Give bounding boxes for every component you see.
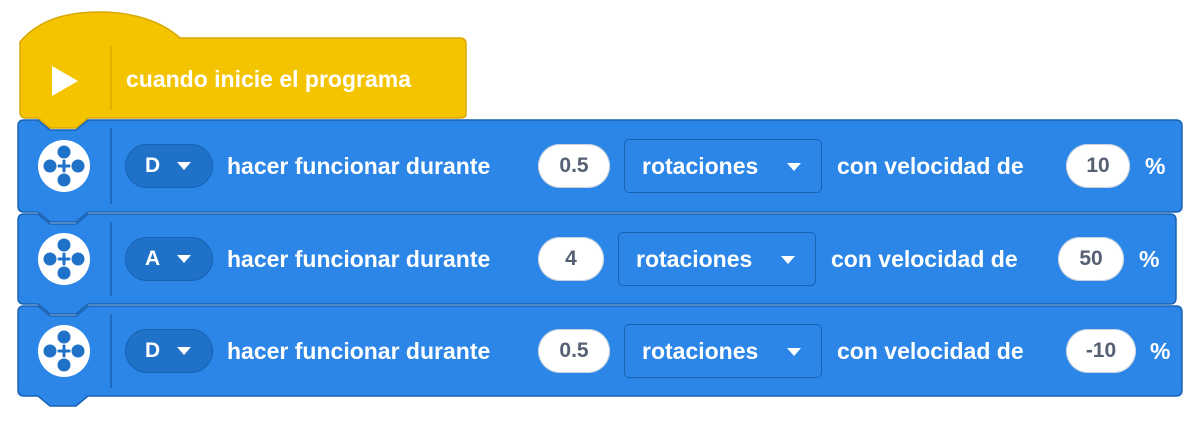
percent-label: %: [1145, 153, 1166, 179]
speed-input[interactable]: 10: [1066, 144, 1130, 188]
speed-label: con velocidad de: [837, 338, 1024, 364]
speed-input[interactable]: -10: [1066, 329, 1136, 373]
caret-down-icon: [787, 163, 801, 171]
unit-label: rotaciones: [642, 153, 759, 179]
percent-label: %: [1139, 246, 1160, 272]
motor-icon: [38, 233, 90, 285]
port-dropdown[interactable]: A: [125, 237, 213, 281]
rotations-input[interactable]: 4: [538, 237, 604, 281]
unit-label: rotaciones: [636, 246, 753, 272]
action-label: hacer funcionar durante: [227, 338, 491, 364]
rotations-input[interactable]: 0.5: [538, 329, 610, 373]
port-dropdown[interactable]: D: [125, 329, 213, 373]
unit-dropdown[interactable]: rotaciones: [624, 324, 822, 378]
port-label: D: [145, 339, 161, 362]
action-label: hacer funcionar durante: [227, 246, 491, 272]
play-icon: [52, 66, 78, 96]
port-label: D: [145, 154, 161, 177]
caret-down-icon: [787, 348, 801, 356]
action-label: hacer funcionar durante: [227, 153, 491, 179]
port-dropdown[interactable]: D: [125, 144, 213, 188]
caret-down-icon: [177, 255, 191, 263]
unit-dropdown[interactable]: rotaciones: [624, 139, 822, 193]
speed-label: con velocidad de: [831, 246, 1018, 272]
caret-down-icon: [177, 162, 191, 170]
caret-down-icon: [781, 256, 795, 264]
speed-label: con velocidad de: [837, 153, 1024, 179]
unit-dropdown[interactable]: rotaciones: [618, 232, 816, 286]
percent-label: %: [1150, 338, 1171, 364]
motor-icon: [38, 325, 90, 377]
rotations-input[interactable]: 0.5: [538, 144, 610, 188]
unit-label: rotaciones: [642, 338, 759, 364]
motor-icon: [38, 140, 90, 192]
hat-block-label: cuando inicie el programa: [126, 66, 412, 92]
caret-down-icon: [177, 347, 191, 355]
speed-input[interactable]: 50: [1058, 237, 1124, 281]
port-label: A: [145, 247, 161, 270]
